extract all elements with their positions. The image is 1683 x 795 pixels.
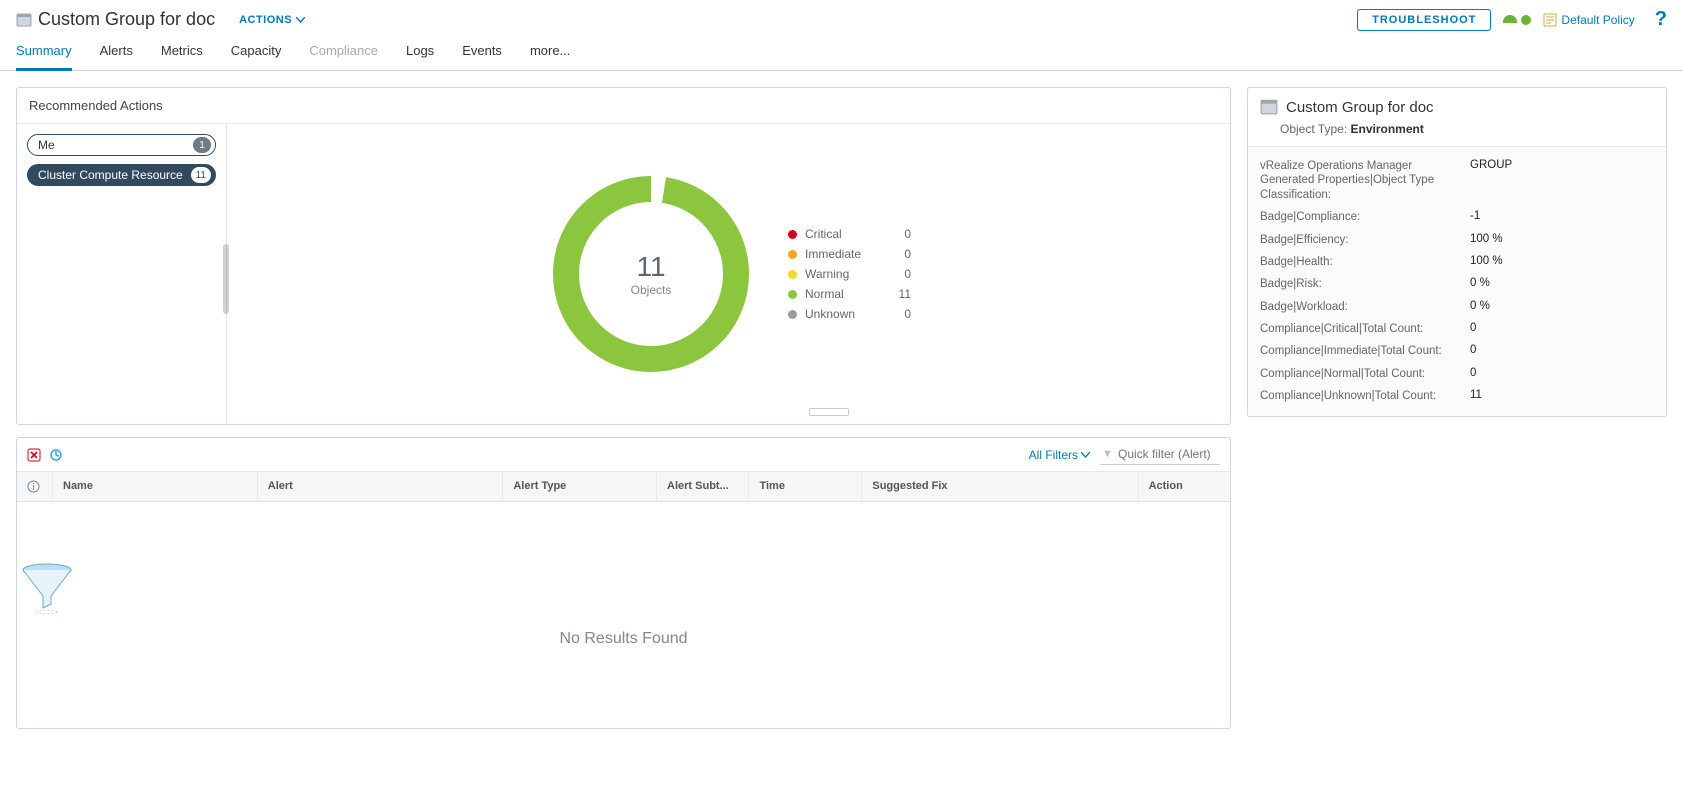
dot-icon: [788, 310, 797, 319]
recommended-actions-panel: Recommended Actions Me 1 Cluster Compute…: [16, 87, 1231, 425]
tab-logs[interactable]: Logs: [406, 35, 434, 70]
scope-count: 1: [193, 137, 211, 153]
group-icon: [1260, 98, 1278, 116]
dot-icon: [788, 290, 797, 299]
legend-critical: Critical 0: [788, 227, 911, 241]
prop-row: Compliance|Unknown|Total Count:11: [1260, 385, 1654, 407]
object-details-panel: Custom Group for doc Object Type: Enviro…: [1247, 87, 1667, 417]
scope-count: 11: [191, 167, 211, 183]
prop-row: Compliance|Immediate|Total Count:0: [1260, 340, 1654, 362]
status-icons: [1503, 15, 1531, 25]
prop-row: vRealize Operations Manager Generated Pr…: [1260, 155, 1654, 206]
page-title: Custom Group for doc: [16, 9, 215, 30]
dot-icon: [788, 230, 797, 239]
alerts-panel: All Filters ▼ Name Alert Alert Type Aler…: [16, 437, 1231, 729]
dot-icon: [788, 270, 797, 279]
health-donut-chart: 11 Objects Critical 0: [227, 124, 1230, 424]
troubleshoot-button[interactable]: TROUBLESHOOT: [1357, 9, 1491, 31]
col-alert-subtype[interactable]: Alert Subt...: [657, 472, 749, 501]
col-status-icon[interactable]: [17, 472, 53, 501]
scope-label: Me: [38, 138, 55, 152]
prop-row: Badge|Risk:0 %: [1260, 273, 1654, 295]
object-type-label: Object Type:: [1280, 122, 1347, 136]
prop-row: Badge|Efficiency:100 %: [1260, 229, 1654, 251]
actions-dropdown[interactable]: ACTIONS: [239, 14, 305, 26]
funnel-large-icon: [17, 562, 1230, 616]
donut-label: Objects: [631, 283, 672, 297]
alerts-toolbar: All Filters ▼: [17, 438, 1230, 472]
scope-list: Me 1 Cluster Compute Resource 11: [17, 124, 227, 424]
policy-link[interactable]: Default Policy: [1543, 13, 1634, 27]
col-action[interactable]: Action: [1139, 472, 1230, 501]
prop-row: Compliance|Critical|Total Count:0: [1260, 318, 1654, 340]
object-type-value: Environment: [1351, 122, 1424, 136]
side-title: Custom Group for doc: [1248, 88, 1666, 122]
header-right: TROUBLESHOOT Default Policy ?: [1357, 8, 1667, 31]
col-suggested-fix[interactable]: Suggested Fix: [862, 472, 1138, 501]
tab-more[interactable]: more...: [530, 35, 570, 70]
tab-capacity[interactable]: Capacity: [231, 35, 282, 70]
side-object-type: Object Type: Environment: [1248, 122, 1666, 147]
col-time[interactable]: Time: [749, 472, 862, 501]
chevron-down-icon: [1081, 452, 1090, 458]
tab-alerts[interactable]: Alerts: [100, 35, 133, 70]
empty-text: No Results Found: [17, 630, 1230, 648]
alerts-table-header: Name Alert Alert Type Alert Subt... Time…: [17, 472, 1230, 502]
side-title-text: Custom Group for doc: [1286, 99, 1434, 116]
chart-legend: Critical 0 Immediate 0 Warning: [788, 227, 911, 321]
status-ok-icon[interactable]: [1521, 15, 1531, 25]
all-filters-label: All Filters: [1029, 448, 1078, 462]
h-scrollbar[interactable]: [809, 408, 849, 416]
actions-label: ACTIONS: [239, 14, 292, 26]
prop-row: Badge|Health:100 %: [1260, 251, 1654, 273]
legend-warning: Warning 0: [788, 267, 911, 281]
donut-value: 11: [631, 251, 672, 283]
prop-row: Badge|Workload:0 %: [1260, 296, 1654, 318]
delete-alert-icon[interactable]: [27, 448, 41, 462]
policy-icon: [1543, 13, 1557, 27]
col-alert-type[interactable]: Alert Type: [503, 472, 657, 501]
tab-summary[interactable]: Summary: [16, 35, 72, 71]
tab-events[interactable]: Events: [462, 35, 502, 70]
refresh-alert-icon[interactable]: [49, 448, 63, 462]
legend-normal: Normal 11: [788, 287, 911, 301]
group-icon: [16, 12, 32, 28]
tabs: Summary Alerts Metrics Capacity Complian…: [0, 35, 1683, 71]
page-header: Custom Group for doc ACTIONS TROUBLESHOO…: [0, 0, 1683, 35]
legend-immediate: Immediate 0: [788, 247, 911, 261]
scope-chip-cluster[interactable]: Cluster Compute Resource 11: [27, 164, 216, 186]
page-title-text: Custom Group for doc: [38, 9, 215, 30]
prop-row: Badge|Compliance:-1: [1260, 206, 1654, 228]
col-alert[interactable]: Alert: [258, 472, 504, 501]
tab-compliance: Compliance: [309, 35, 378, 70]
chevron-down-icon: [296, 17, 305, 23]
health-badge-icon[interactable]: [1503, 15, 1517, 23]
properties-list: vRealize Operations Manager Generated Pr…: [1248, 147, 1666, 416]
dot-icon: [788, 250, 797, 259]
tab-metrics[interactable]: Metrics: [161, 35, 203, 70]
alerts-empty-state: No Results Found: [17, 502, 1230, 728]
all-filters-dropdown[interactable]: All Filters: [1029, 448, 1090, 462]
help-icon[interactable]: ?: [1655, 8, 1667, 31]
policy-label: Default Policy: [1561, 13, 1634, 27]
prop-row: Compliance|Normal|Total Count:0: [1260, 363, 1654, 385]
scope-label: Cluster Compute Resource: [38, 168, 183, 182]
scope-chip-me[interactable]: Me 1: [27, 134, 216, 156]
quick-filter-input[interactable]: [1100, 444, 1220, 465]
recommended-actions-header: Recommended Actions: [17, 88, 1230, 124]
legend-unknown: Unknown 0: [788, 307, 911, 321]
col-name[interactable]: Name: [53, 472, 258, 501]
